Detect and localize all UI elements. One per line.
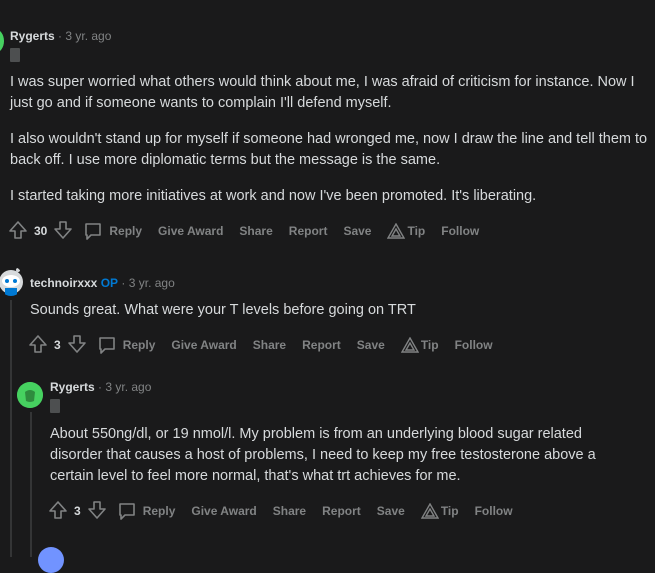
- reply-label: Reply: [142, 504, 176, 518]
- comment-paragraph: I started taking more initiatives at wor…: [10, 188, 537, 204]
- user-flair: [10, 48, 20, 62]
- comment-paragraph: Sounds great. What were your T levels be…: [30, 302, 416, 318]
- tip-button[interactable]: Tip: [387, 223, 425, 239]
- tip-icon: [400, 337, 419, 353]
- thread-line[interactable]: [30, 412, 32, 557]
- give-award-button[interactable]: Give Award: [158, 224, 223, 238]
- give-award-button[interactable]: Give Award: [191, 504, 256, 518]
- comment-body: I was super worried what others would th…: [10, 72, 650, 207]
- thread-line[interactable]: [10, 300, 12, 557]
- comment-body: Sounds great. What were your T levels be…: [30, 300, 630, 321]
- comment-author[interactable]: Rygerts: [10, 29, 55, 43]
- report-button[interactable]: Report: [289, 224, 328, 238]
- report-button[interactable]: Report: [322, 504, 361, 518]
- avatar[interactable]: [17, 382, 43, 408]
- comment-author[interactable]: Rygerts: [50, 380, 95, 394]
- follow-button[interactable]: Follow: [475, 504, 513, 518]
- comment-author[interactable]: technoirxxx: [30, 276, 97, 290]
- comment-body: About 550ng/dl, or 19 nmol/l. My problem…: [50, 424, 630, 487]
- comment-meta: technoirxxx OP · 3 yr. ago: [30, 276, 175, 290]
- comment-meta: Rygerts · 3 yr. ago: [50, 380, 151, 394]
- comment-time[interactable]: · 3 yr. ago: [58, 29, 111, 43]
- comment-paragraph: About 550ng/dl, or 19 nmol/l. My problem…: [50, 426, 596, 484]
- share-button[interactable]: Share: [273, 504, 306, 518]
- reply-button[interactable]: Reply: [117, 501, 176, 521]
- downvote-icon[interactable]: [67, 334, 87, 357]
- comment-actions: 3 Reply Give Award Share Report Save Tip…: [28, 333, 509, 357]
- follow-button[interactable]: Follow: [455, 338, 493, 352]
- tip-icon: [420, 503, 439, 519]
- comment-icon: [85, 223, 102, 240]
- vote-score: 3: [74, 504, 81, 518]
- give-award-button[interactable]: Give Award: [171, 338, 236, 352]
- reply-button[interactable]: Reply: [97, 335, 156, 355]
- reply-label: Reply: [109, 224, 143, 238]
- upvote-icon[interactable]: [28, 334, 48, 357]
- op-badge: OP: [100, 276, 119, 290]
- comment-actions: 3 Reply Give Award Share Report Save Tip…: [48, 499, 529, 523]
- comment-time[interactable]: · 3 yr. ago: [98, 380, 151, 394]
- tip-button[interactable]: Tip: [400, 337, 439, 353]
- comment-paragraph: I was super worried what others would th…: [10, 74, 635, 111]
- comment-paragraph: I also wouldn't stand up for myself if s…: [10, 131, 648, 168]
- share-button[interactable]: Share: [253, 338, 286, 352]
- save-button[interactable]: Save: [357, 338, 385, 352]
- report-button[interactable]: Report: [302, 338, 341, 352]
- upvote-icon[interactable]: [48, 500, 68, 523]
- avatar[interactable]: [0, 29, 4, 53]
- save-button[interactable]: Save: [343, 224, 371, 238]
- vote-score: 3: [54, 338, 61, 352]
- comment-icon: [98, 337, 115, 354]
- comment-time[interactable]: · 3 yr. ago: [121, 276, 174, 290]
- reply-label: Reply: [122, 338, 156, 352]
- follow-button[interactable]: Follow: [441, 224, 479, 238]
- upvote-icon[interactable]: [8, 220, 28, 243]
- vote-score: 30: [34, 224, 48, 238]
- downvote-icon[interactable]: [87, 500, 107, 523]
- save-button[interactable]: Save: [377, 504, 405, 518]
- share-button[interactable]: Share: [239, 224, 272, 238]
- downvote-icon[interactable]: [53, 220, 73, 243]
- tip-icon: [387, 223, 406, 239]
- tip-label: Tip: [440, 504, 459, 518]
- comment-meta: Rygerts · 3 yr. ago: [10, 29, 111, 43]
- tip-button[interactable]: Tip: [420, 503, 459, 519]
- reply-button[interactable]: Reply: [83, 221, 142, 241]
- tip-label: Tip: [420, 338, 439, 352]
- user-flair: [50, 399, 60, 413]
- avatar[interactable]: [38, 547, 64, 573]
- comment-actions: 30 Reply Give Award Share Report Save Ti…: [8, 219, 495, 243]
- avatar-snoo[interactable]: [0, 266, 24, 296]
- comment-icon: [118, 503, 135, 520]
- tip-label: Tip: [407, 224, 426, 238]
